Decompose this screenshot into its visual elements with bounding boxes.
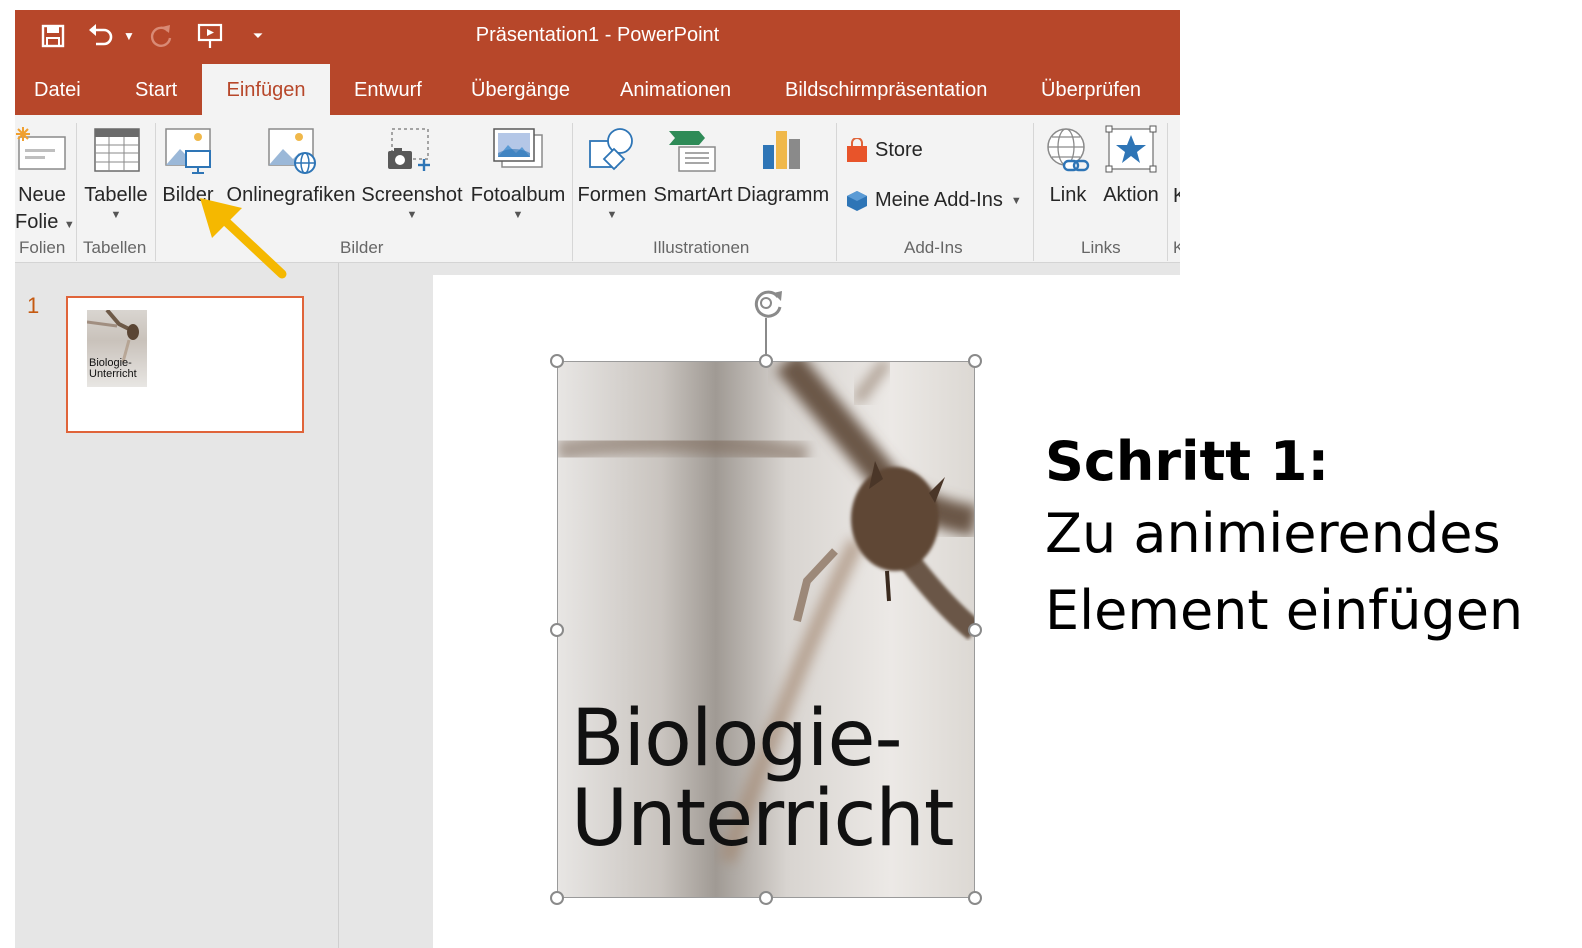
- my-addins-button[interactable]: Meine Add-Ins ▼: [845, 187, 1022, 214]
- table-icon: [94, 128, 140, 172]
- photo-album-button[interactable]: Fotoalbum ▼: [466, 125, 570, 221]
- step-line-1: Zu animierendes: [1045, 502, 1501, 565]
- rotate-handle-icon[interactable]: [748, 283, 788, 328]
- group-label-illustrations: Illustrationen: [653, 238, 750, 257]
- shapes-label: Formen: [577, 184, 647, 206]
- photo-album-icon: [493, 128, 543, 168]
- resize-handle-top-left[interactable]: [550, 354, 564, 368]
- action-button[interactable]: Aktion: [1098, 125, 1164, 209]
- tab-datei[interactable]: Datei: [34, 64, 81, 115]
- link-button[interactable]: Link: [1039, 125, 1097, 209]
- group-label-addins: Add-Ins: [904, 238, 963, 257]
- chevron-down-icon: ▼: [110, 209, 122, 221]
- group-separator: [155, 123, 156, 261]
- resize-handle-left[interactable]: [550, 623, 564, 637]
- chevron-down-icon: ▼: [1010, 194, 1022, 207]
- resize-handle-top-right[interactable]: [968, 354, 982, 368]
- tab-bildschirmpraesentation[interactable]: Bildschirmpräsentation: [785, 64, 987, 115]
- chevron-down-icon: ▼: [512, 209, 524, 221]
- slide-number: 1: [27, 293, 40, 318]
- thumbnail-text: Biologie- Unterricht: [89, 358, 137, 380]
- store-label: Store: [875, 139, 923, 161]
- tab-ueberpruefen[interactable]: Überprüfen: [1041, 64, 1141, 115]
- my-addins-icon: [847, 190, 867, 211]
- cut-off-ribbon-label[interactable]: K: [1173, 183, 1180, 210]
- chevron-down-icon: ▼: [63, 219, 75, 231]
- photo-album-label: Fotoalbum: [470, 184, 566, 206]
- chevron-down-icon: ▼: [606, 209, 618, 221]
- step-line-2: Element einfügen: [1045, 579, 1524, 642]
- group-separator: [76, 123, 77, 261]
- tab-einfuegen[interactable]: Einfügen: [202, 64, 330, 115]
- shapes-icon: [589, 128, 633, 171]
- group-separator: [572, 123, 573, 261]
- group-separator: [1033, 123, 1034, 261]
- smartart-label: SmartArt: [653, 184, 733, 206]
- online-pictures-icon: [268, 128, 316, 174]
- step-annotation: Schritt 1: Zu animierendes Element einfü…: [1045, 432, 1523, 646]
- table-button[interactable]: Tabelle ▼: [81, 125, 151, 221]
- action-label: Aktion: [1103, 184, 1159, 206]
- tab-start[interactable]: Start: [135, 64, 177, 115]
- tab-entwurf[interactable]: Entwurf: [354, 64, 422, 115]
- picture-text-line-2: Unterricht: [571, 774, 954, 864]
- screenshot-button[interactable]: Screenshot ▼: [360, 125, 464, 221]
- screenshot-label: Screenshot: [361, 184, 463, 206]
- new-slide-label-2: Folie: [15, 211, 59, 233]
- my-addins-label: Meine Add-Ins: [875, 189, 1003, 211]
- chart-icon: [763, 131, 800, 169]
- link-icon: [1047, 128, 1090, 172]
- tab-uebergaenge[interactable]: Übergänge: [471, 64, 570, 115]
- resize-handle-bottom-left[interactable]: [550, 891, 564, 905]
- new-slide-button[interactable]: Neue Folie ▼: [15, 125, 75, 236]
- slide-thumbnail[interactable]: Biologie- Unterricht: [66, 296, 304, 433]
- screenshot-icon: [388, 128, 430, 171]
- resize-handle-bottom[interactable]: [759, 891, 773, 905]
- chevron-down-icon: ▼: [406, 209, 418, 221]
- action-star-icon: [1105, 125, 1157, 173]
- shapes-button[interactable]: Formen ▼: [576, 125, 648, 221]
- new-slide-label-1: Neue: [18, 184, 66, 206]
- group-separator: [1167, 123, 1168, 261]
- smartart-button[interactable]: SmartArt: [650, 125, 736, 209]
- yellow-arrow-icon: [200, 198, 287, 279]
- table-label: Tabelle: [84, 184, 148, 206]
- picture-text-line-1: Biologie-: [571, 694, 903, 784]
- resize-handle-bottom-right[interactable]: [968, 891, 982, 905]
- slides-pane: 1 Biologie- Unterricht: [15, 263, 339, 948]
- chart-label: Diagramm: [736, 184, 830, 206]
- pictures-icon: [165, 128, 211, 174]
- chart-button[interactable]: Diagramm: [735, 125, 831, 209]
- step-heading: Schritt 1:: [1045, 430, 1330, 493]
- tab-animationen[interactable]: Animationen: [620, 64, 731, 115]
- resize-handle-right[interactable]: [968, 623, 982, 637]
- new-slide-icon: [16, 127, 66, 170]
- thumbnail-picture: Biologie- Unterricht: [87, 310, 147, 387]
- picture-text: Biologie- Unterricht: [571, 694, 954, 864]
- link-label: Link: [1049, 184, 1087, 206]
- group-label-tables: Tabellen: [83, 238, 147, 257]
- group-separator: [836, 123, 837, 261]
- group-label-images: Bilder: [340, 238, 384, 257]
- group-label-links: Links: [1081, 238, 1121, 257]
- ribbon: Neue Folie ▼ Tabelle ▼ Bilder Onlinegraf…: [15, 115, 1180, 263]
- group-label-slides: Folien: [19, 238, 66, 257]
- window-title: Präsentation1 - PowerPoint: [475, 24, 720, 46]
- smartart-icon: [669, 131, 716, 172]
- store-button[interactable]: Store: [845, 137, 923, 164]
- resize-handle-top[interactable]: [759, 354, 773, 368]
- thumbnail-text-line-2: Unterricht: [89, 368, 137, 380]
- ribbon-tabs: Datei Start Einfügen Entwurf Übergänge A…: [15, 64, 1180, 115]
- store-icon: [847, 137, 867, 162]
- group-label-cut-off: K: [1173, 238, 1180, 257]
- selected-picture[interactable]: Biologie- Unterricht: [557, 361, 975, 898]
- title-bar: ▼ ⏷ Präsentation1 - PowerPoint: [15, 10, 1180, 64]
